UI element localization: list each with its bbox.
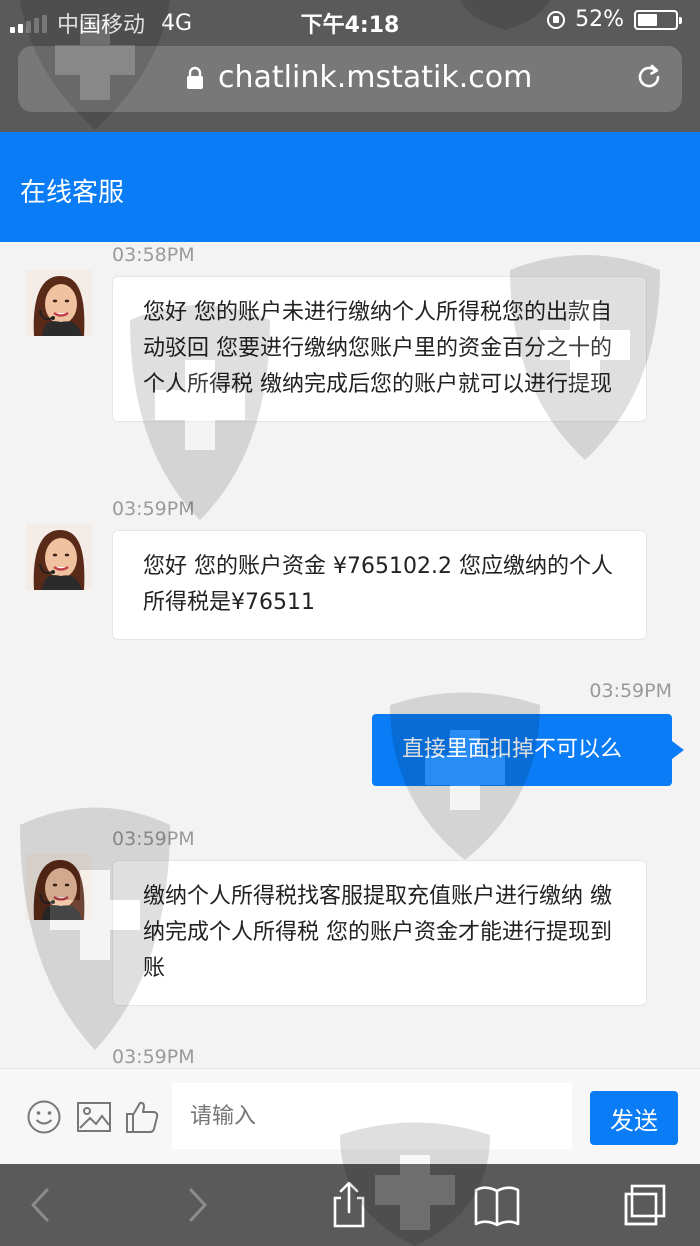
agent-avatar-image <box>26 524 92 590</box>
emoji-icon[interactable] <box>26 1099 62 1135</box>
address-bar[interactable]: chatlink.mstatik.com <box>18 46 682 112</box>
message-bubble-incoming: 缴纳个人所得税找客服提取充值账户进行缴纳 缴纳完成个人所得税 您的账户资金才能进… <box>112 860 647 1006</box>
share-icon[interactable] <box>324 1182 374 1228</box>
agent-avatar-image <box>26 270 92 336</box>
battery-icon <box>634 9 682 30</box>
message-timestamp: 03:58PM <box>112 244 195 266</box>
message-timestamp: 03:59PM <box>589 680 672 702</box>
image-icon[interactable] <box>76 1099 112 1135</box>
battery-fill <box>638 13 657 26</box>
message-timestamp: 03:59PM <box>112 1046 195 1068</box>
lock-icon <box>187 66 203 89</box>
battery-percent: 52% <box>575 7 624 32</box>
url-text[interactable]: chatlink.mstatik.com <box>218 60 532 95</box>
send-button[interactable]: 发送 <box>590 1091 678 1145</box>
message-bubble-outgoing: 直接里面扣掉不可以么 <box>372 714 684 786</box>
rotation-lock-icon <box>547 10 566 29</box>
agent-avatar-image <box>26 854 92 920</box>
message-timestamp: 03:59PM <box>112 828 195 850</box>
browser-toolbar <box>0 1164 700 1246</box>
message-composer: 发送 <box>0 1068 700 1165</box>
status-bar: 中国移动 4G 下午4:18 52% <box>0 0 700 40</box>
message-bubble-incoming: 您好 您的账户未进行缴纳个人所得税您的出款自动驳回 您要进行缴纳您账户里的资金百… <box>112 276 647 422</box>
page-title: 在线客服 <box>20 178 125 208</box>
agent-avatar <box>26 524 92 590</box>
agent-avatar <box>26 854 92 920</box>
bookmarks-icon[interactable] <box>472 1182 522 1228</box>
back-icon[interactable] <box>16 1182 66 1228</box>
thumbs-up-icon[interactable] <box>124 1099 160 1135</box>
chat-header: 在线客服 <box>0 132 700 242</box>
tabs-icon[interactable] <box>620 1182 670 1228</box>
message-timestamp: 03:59PM <box>112 498 195 520</box>
reload-icon[interactable] <box>634 62 664 92</box>
chat-message-list[interactable]: 03:58PM 您好 您的账户未进行缴纳个人所得税您的出款自动驳回 您要进行缴纳… <box>0 242 700 1068</box>
forward-icon[interactable] <box>172 1182 222 1228</box>
status-right: 52% <box>547 7 682 32</box>
message-bubble-incoming: 您好 您的账户资金 ¥765102.2 您应缴纳的个人所得税是¥76511 <box>112 530 647 640</box>
browser-address-area: chatlink.mstatik.com <box>0 40 700 132</box>
agent-avatar <box>26 270 92 336</box>
message-input[interactable] <box>172 1083 572 1149</box>
